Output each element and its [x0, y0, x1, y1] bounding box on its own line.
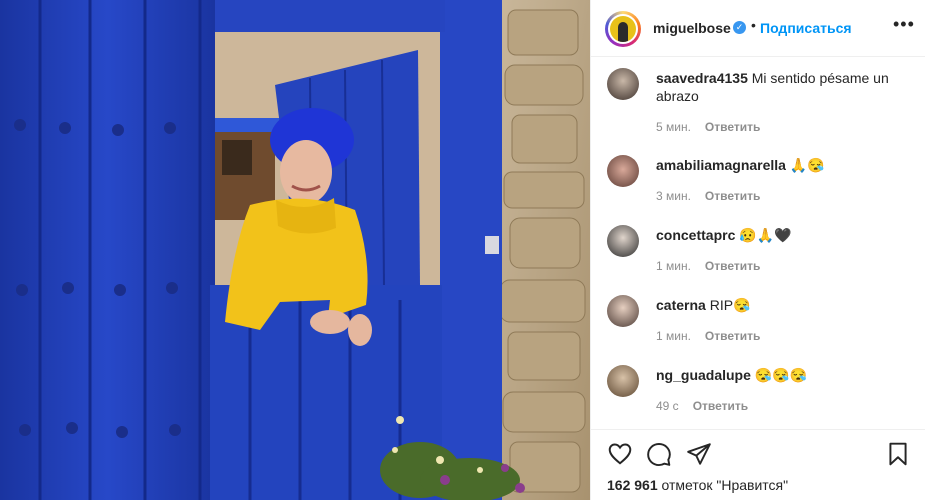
comment-body: 😪😪😪 [754, 367, 808, 383]
comment-text: ng_guadalupe 😪😪😪 [656, 366, 906, 384]
commenter-avatar[interactable] [607, 295, 639, 327]
commenter-username[interactable]: amabiliamagnarella [656, 157, 786, 173]
likes-number: 162 961 [607, 477, 658, 493]
comment-time: 3 мин. [656, 189, 691, 203]
comment-meta: 1 мин. Ответить [656, 329, 760, 343]
bookmark-icon[interactable] [885, 441, 911, 467]
comment-body: RIP😪 [709, 297, 751, 313]
comment-icon[interactable] [646, 441, 672, 467]
comment-meta: 5 мин. Ответить [656, 120, 760, 134]
commenter-username[interactable]: caterna [656, 297, 706, 313]
commenter-avatar[interactable] [607, 68, 639, 100]
heart-icon[interactable] [607, 441, 633, 467]
post-header: miguelbose ✓ • Подписаться ••• [591, 0, 925, 57]
comment-time: 5 мин. [656, 120, 691, 134]
reply-button[interactable]: Ответить [705, 120, 760, 134]
separator-dot: • [751, 17, 756, 33]
commenter-username[interactable]: saavedra4135 [656, 70, 748, 86]
post-photo-art [0, 0, 590, 500]
more-options-icon[interactable]: ••• [893, 14, 915, 35]
commenter-username[interactable]: ng_guadalupe [656, 367, 751, 383]
author-avatar[interactable] [605, 11, 641, 47]
reply-button[interactable]: Ответить [693, 399, 748, 413]
likes-label: отметок "Нравится" [661, 477, 789, 493]
comment-text: amabiliamagnarella 🙏😪 [656, 156, 906, 174]
reply-button[interactable]: Ответить [705, 189, 760, 203]
comment-time: 1 мин. [656, 259, 691, 273]
commenter-avatar[interactable] [607, 365, 639, 397]
comment-body: 🙏😪 [789, 157, 825, 173]
comment-meta: 49 с Ответить [656, 399, 748, 413]
verified-icon: ✓ [733, 21, 746, 34]
comment-time: 1 мин. [656, 329, 691, 343]
comments-list: saavedra4135 Mi sentido pésame un abrazo… [591, 57, 925, 429]
comment-meta: 1 мин. Ответить [656, 259, 760, 273]
commenter-avatar[interactable] [607, 155, 639, 187]
comment-text: caterna RIP😪 [656, 296, 906, 314]
follow-button[interactable]: Подписаться [760, 20, 852, 36]
reply-button[interactable]: Ответить [705, 329, 760, 343]
reply-button[interactable]: Ответить [705, 259, 760, 273]
comment-body: 😥🙏🖤 [739, 227, 792, 243]
comment-time: 49 с [656, 399, 679, 413]
share-icon[interactable] [686, 441, 712, 467]
commenter-avatar[interactable] [607, 225, 639, 257]
post-actions-footer: 162 961 отметок "Нравится" [591, 429, 925, 500]
post-photo[interactable] [0, 0, 590, 500]
comment-text: saavedra4135 Mi sentido pésame un abrazo [656, 69, 906, 105]
comment-meta: 3 мин. Ответить [656, 189, 760, 203]
commenter-username[interactable]: concettaprc [656, 227, 735, 243]
likes-count[interactable]: 162 961 отметок "Нравится" [607, 477, 788, 493]
post-side-panel: miguelbose ✓ • Подписаться ••• saavedra4… [590, 0, 925, 500]
author-username[interactable]: miguelbose [653, 20, 731, 36]
comment-text: concettaprc 😥🙏🖤 [656, 226, 906, 244]
